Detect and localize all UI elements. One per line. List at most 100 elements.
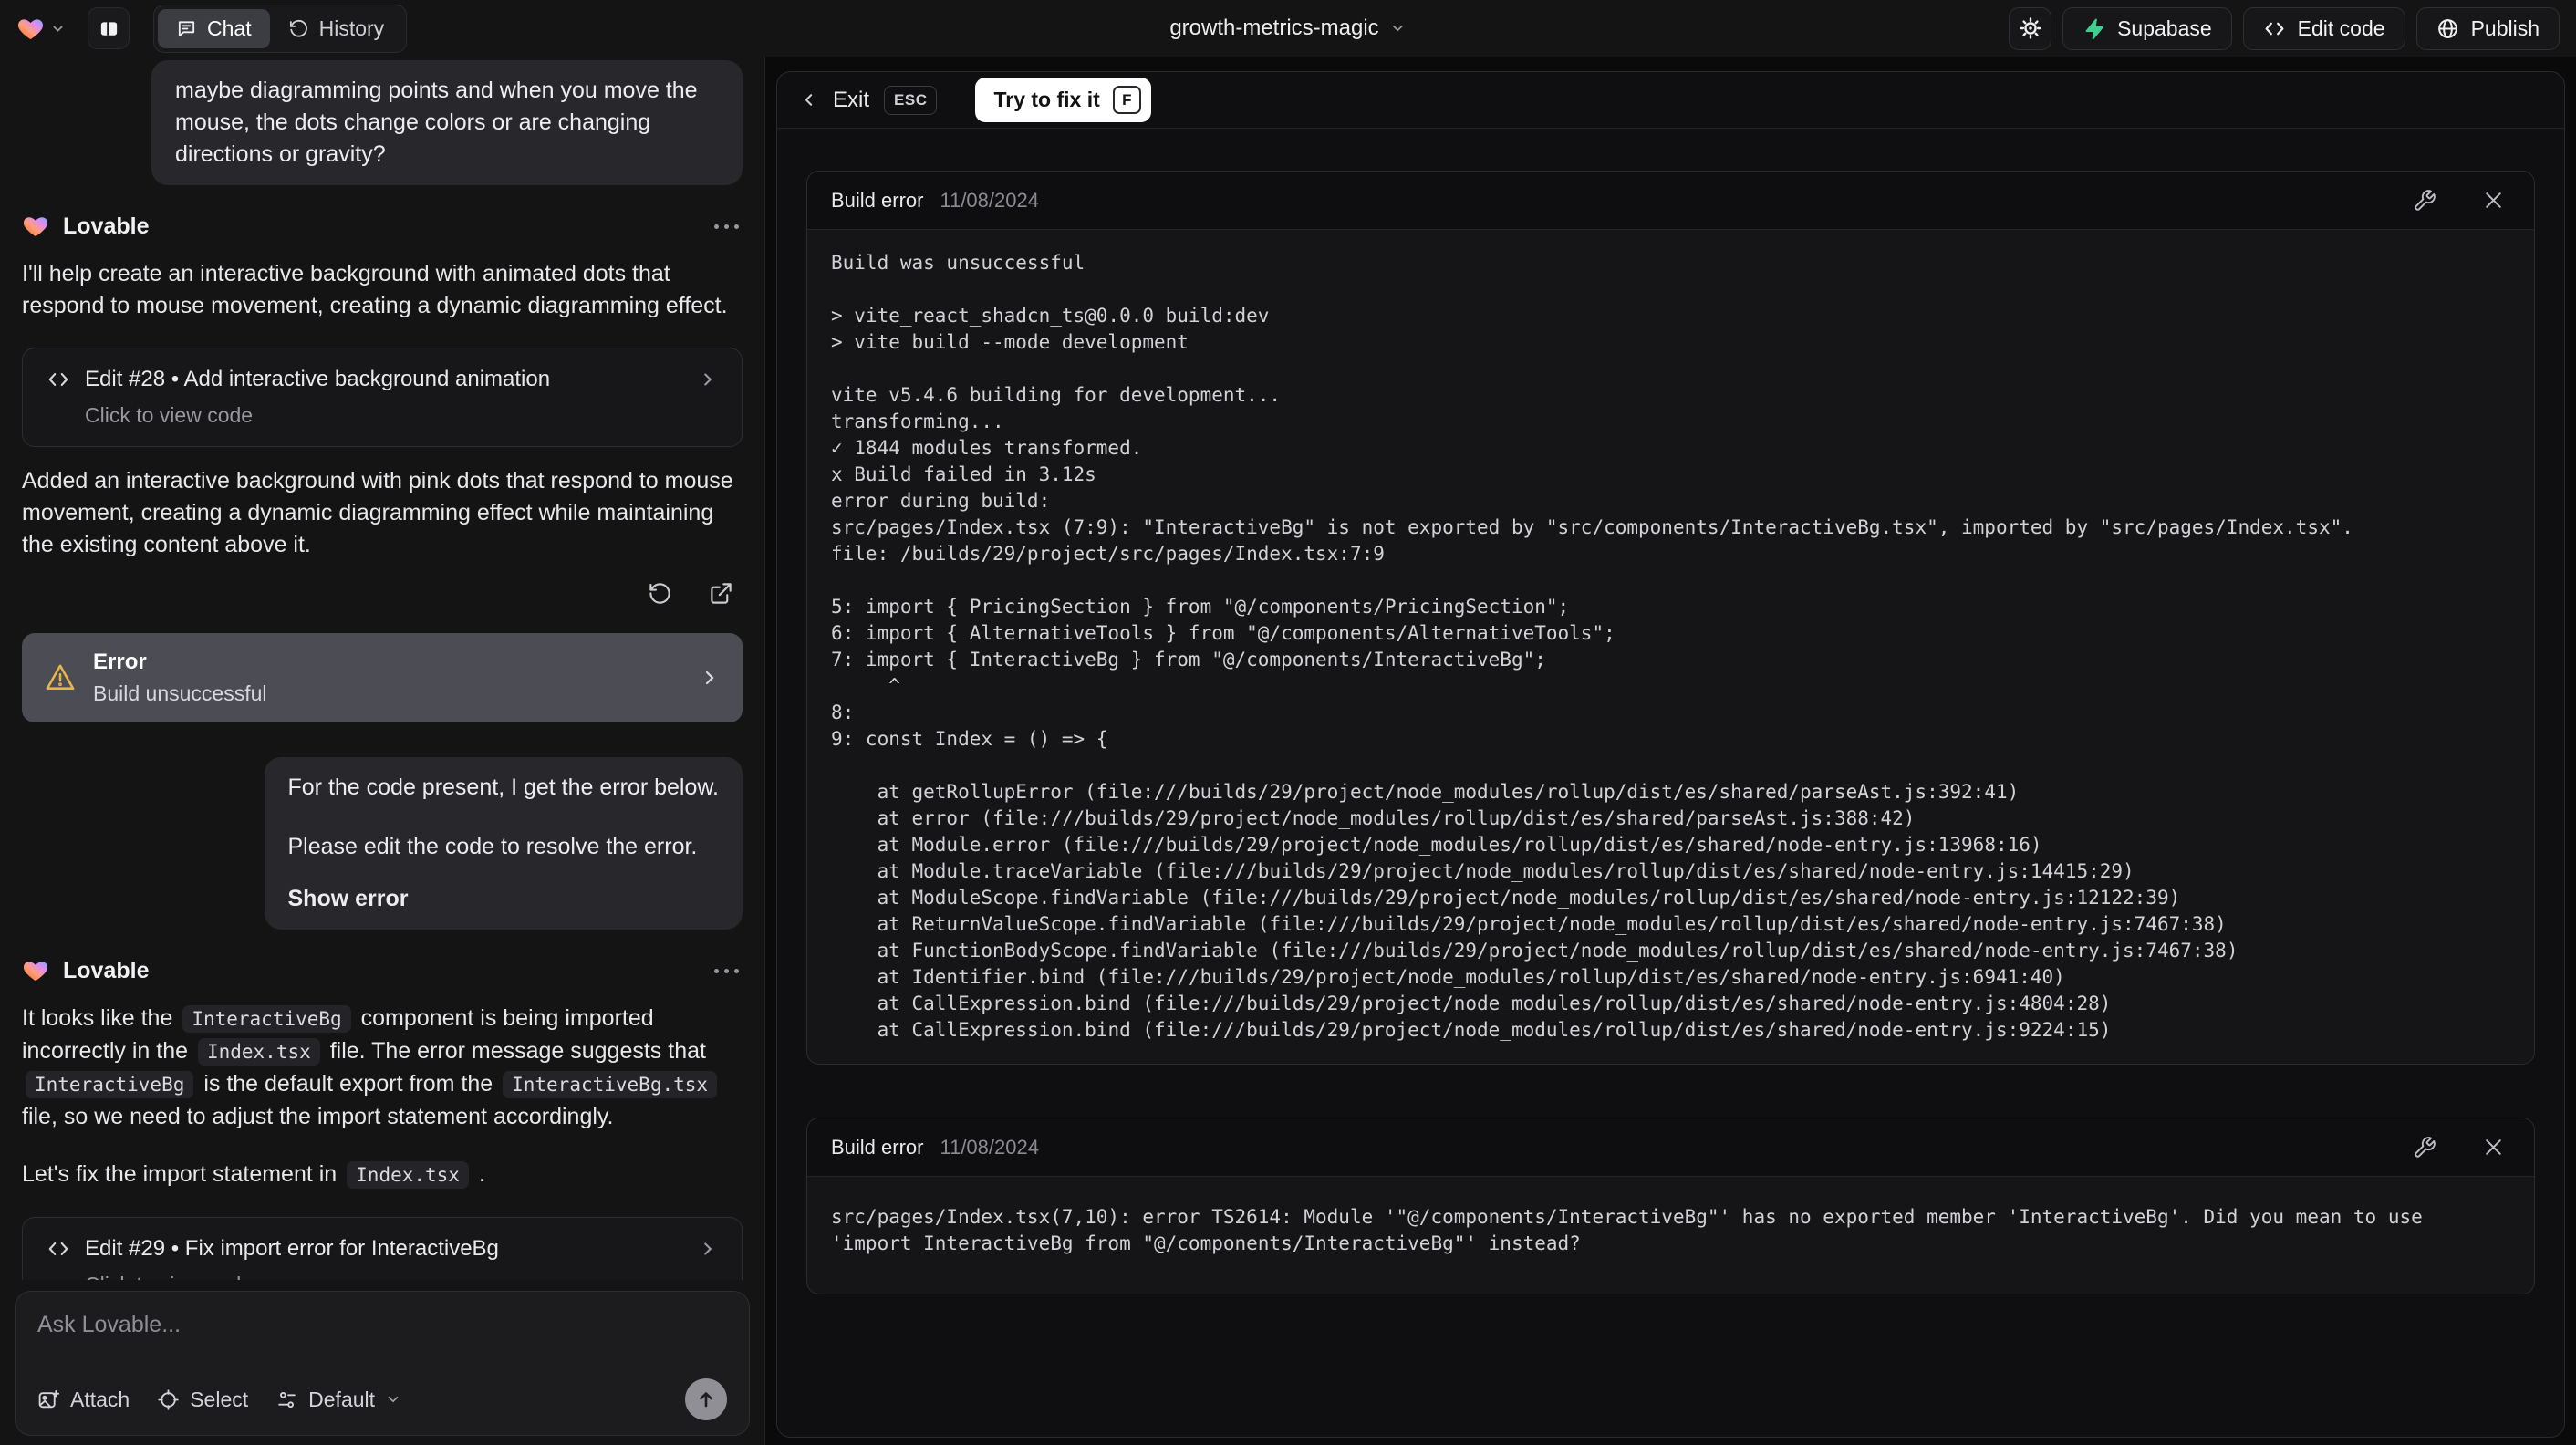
chevron-down-icon: [385, 1391, 401, 1408]
build-error-card-1: Build error 11/08/2024 Build was unsucce…: [806, 171, 2535, 1065]
edit-card-subtitle: Click to view code: [47, 1273, 718, 1280]
wrench-fix-icon[interactable]: [2407, 183, 2442, 218]
build-error-title: Build error: [831, 188, 924, 212]
assistant-name: Lovable: [63, 213, 150, 239]
model-selector[interactable]: Default: [275, 1388, 401, 1412]
chevron-right-icon: [699, 667, 721, 689]
select-element-button[interactable]: Select: [157, 1388, 248, 1412]
edit-card-29[interactable]: Edit #29 • Fix import error for Interact…: [22, 1217, 743, 1280]
arrow-up-icon: [695, 1388, 717, 1410]
publish-button[interactable]: Publish: [2415, 6, 2560, 50]
assistant-header: Lovable: [22, 957, 743, 984]
preview-backdrop: Exit ESC Try to fix it F Build error 11/…: [765, 57, 2576, 1445]
image-attach-icon: [37, 1388, 60, 1411]
crosshair-icon: [157, 1388, 180, 1411]
wrench-fix-icon[interactable]: [2407, 1130, 2442, 1165]
assistant-summary-text: Added an interactive background with pin…: [22, 468, 733, 557]
assistant-name: Lovable: [63, 957, 150, 983]
close-icon[interactable]: [2477, 183, 2510, 217]
chevron-right-icon: [698, 369, 718, 390]
user-message-text: For the code present, I get the error be…: [287, 774, 720, 800]
code-icon: [2263, 17, 2286, 40]
assistant-intro-text: I'll help create an interactive backgrou…: [22, 261, 728, 318]
chevron-down-icon: [1390, 20, 1407, 36]
tab-history-label: History: [318, 16, 385, 40]
lovable-heart-icon: [22, 213, 49, 240]
assistant-fix-text: It looks like the InteractiveBg componen…: [22, 1003, 743, 1133]
panel-left-icon: [99, 18, 119, 39]
user-message: For the code present, I get the error be…: [264, 757, 743, 930]
send-button[interactable]: [685, 1378, 727, 1420]
try-to-fix-button[interactable]: Try to fix it F: [975, 78, 1151, 122]
user-message: maybe diagramming points and when you mo…: [151, 60, 743, 185]
sidebar-toggle-button[interactable]: [88, 7, 130, 49]
lovable-heart-icon: [22, 957, 49, 984]
supabase-label: Supabase: [2117, 16, 2212, 40]
chevron-left-icon: [799, 90, 818, 109]
chat-scroll-area[interactable]: maybe diagramming points and when you mo…: [0, 57, 764, 1280]
f-key-badge: F: [1112, 86, 1141, 114]
supabase-bolt-icon: [2083, 17, 2105, 40]
sliders-icon: [275, 1388, 298, 1411]
build-error-title: Build error: [831, 1135, 924, 1159]
error-overlay-body: Build error 11/08/2024 Build was unsucce…: [777, 129, 2564, 1437]
attach-label: Attach: [70, 1387, 130, 1411]
code-icon: [47, 1237, 70, 1261]
build-error-log[interactable]: src/pages/Index.tsx(7,10): error TS2614:…: [807, 1177, 2534, 1294]
composer: Ask Lovable... Attach Select Default: [15, 1291, 750, 1436]
select-label: Select: [190, 1387, 249, 1411]
user-message-text: maybe diagramming points and when you mo…: [175, 78, 698, 167]
exit-button[interactable]: Exit ESC: [799, 85, 938, 115]
edit-card-title: Edit #29 • Fix import error for Interact…: [85, 1236, 499, 1261]
open-preview-icon[interactable]: [703, 576, 739, 611]
build-error-log[interactable]: Build was unsuccessful > vite_react_shad…: [807, 230, 2534, 1064]
chat-bubble-icon: [176, 18, 197, 39]
chevron-right-icon: [698, 1239, 718, 1259]
restore-icon[interactable]: [642, 576, 678, 611]
top-bar: Chat History growth-metrics-magic Supaba…: [0, 0, 2576, 57]
gear-icon: [2019, 16, 2042, 40]
edit-card-title: Edit #28 • Add interactive background an…: [85, 367, 551, 391]
assistant-fix-line: Let's fix the import statement in Index.…: [22, 1161, 485, 1189]
ask-lovable-input[interactable]: Ask Lovable...: [37, 1312, 727, 1338]
history-icon: [288, 18, 309, 39]
build-error-date: 11/08/2024: [940, 188, 1039, 212]
model-label: Default: [308, 1387, 376, 1411]
chevron-down-icon: [50, 21, 66, 36]
assistant-header: Lovable: [22, 213, 743, 240]
user-message-text: Please edit the code to resolve the erro…: [287, 834, 698, 859]
close-icon[interactable]: [2477, 1130, 2510, 1164]
tab-history[interactable]: History: [270, 9, 403, 48]
edit-card-subtitle: Click to view code: [85, 403, 254, 427]
publish-label: Publish: [2470, 16, 2540, 40]
tab-chat[interactable]: Chat: [158, 8, 270, 48]
project-name: growth-metrics-magic: [1169, 16, 1379, 40]
lovable-heart-icon: [16, 15, 45, 43]
message-actions: [22, 576, 743, 611]
globe-icon: [2436, 17, 2459, 40]
build-error-date: 11/08/2024: [940, 1135, 1039, 1159]
error-overlay-panel: Exit ESC Try to fix it F Build error 11/…: [776, 71, 2565, 1438]
chat-history-switch: Chat History: [153, 4, 408, 53]
settings-button[interactable]: [2009, 6, 2052, 50]
edit-code-label: Edit code: [2297, 16, 2385, 40]
project-name-menu[interactable]: growth-metrics-magic: [1169, 16, 1406, 41]
esc-key-badge: ESC: [884, 85, 938, 115]
supabase-button[interactable]: Supabase: [2062, 6, 2232, 50]
edit-card-28[interactable]: Edit #28 • Add interactive background an…: [22, 348, 743, 447]
code-icon: [47, 368, 70, 391]
error-card-title: Error: [93, 650, 147, 674]
try-to-fix-label: Try to fix it: [993, 88, 1100, 111]
exit-label: Exit: [833, 87, 870, 112]
attach-button[interactable]: Attach: [37, 1388, 130, 1412]
build-error-card-2: Build error 11/08/2024 src/pages/Index.t…: [806, 1118, 2535, 1294]
build-error-status-card[interactable]: Error Build unsuccessful: [22, 633, 743, 722]
more-options-button[interactable]: [711, 965, 743, 977]
error-card-subtitle: Build unsuccessful: [93, 681, 267, 705]
lovable-logo-menu[interactable]: [16, 15, 66, 43]
chat-panel: maybe diagramming points and when you mo…: [0, 57, 765, 1445]
error-overlay-header: Exit ESC Try to fix it F: [777, 72, 2564, 129]
more-options-button[interactable]: [711, 221, 743, 233]
show-error-label: Show error: [287, 886, 409, 911]
edit-code-button[interactable]: Edit code: [2242, 6, 2405, 50]
